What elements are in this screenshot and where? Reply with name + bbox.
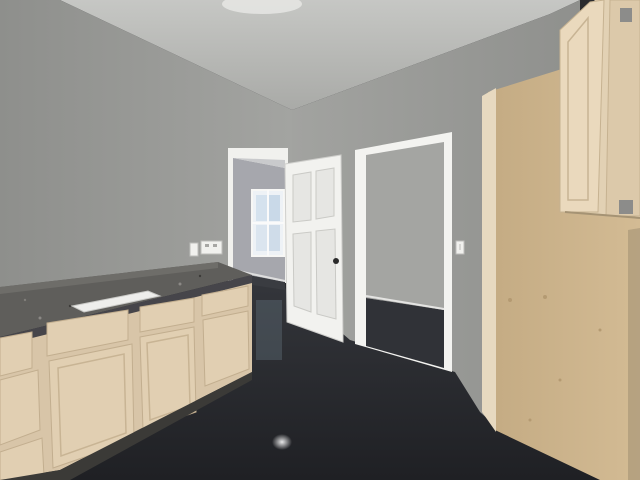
- floor-reflection: [272, 434, 292, 450]
- kitchen-photo-scene: [0, 0, 640, 480]
- upper-cabinet: [559, 0, 640, 219]
- door-knob: [333, 258, 339, 264]
- scene-drawing: [0, 0, 640, 480]
- cabinet-drawer: [0, 331, 33, 377]
- cabinet-hinge: [620, 8, 632, 22]
- window: [251, 189, 285, 257]
- open-doorway-right: [355, 132, 452, 372]
- right-edge-shadow: [628, 228, 640, 480]
- electrical-outlet: [189, 240, 223, 257]
- interior-panel-door: [284, 154, 344, 343]
- switch-toggle: [459, 244, 461, 250]
- cabinet-hinge: [619, 200, 633, 214]
- window-reflection: [256, 300, 282, 360]
